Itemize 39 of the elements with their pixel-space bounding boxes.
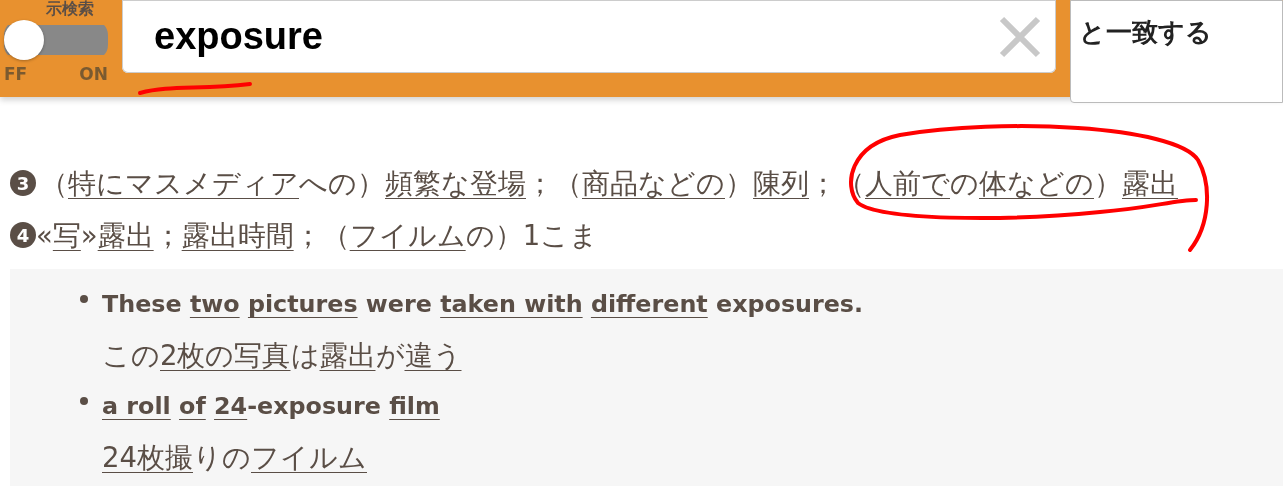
word-link[interactable]: フイルム bbox=[251, 441, 367, 473]
word-link[interactable]: different bbox=[590, 290, 708, 318]
word-link[interactable]: 露出 bbox=[97, 218, 154, 251]
example-sentence: a roll of 24-exposure film bbox=[102, 391, 441, 422]
word-link[interactable]: pictures bbox=[247, 290, 358, 318]
word-link[interactable]: 露出時間 bbox=[181, 218, 294, 251]
example-sentence: These two pictures were taken with different exposures. bbox=[102, 289, 865, 320]
definition-text: «写»露出；露出時間；（フイルムの）1こま bbox=[36, 217, 599, 253]
word-link[interactable]: 露出 bbox=[319, 339, 376, 371]
word-link[interactable]: 体などの bbox=[979, 166, 1094, 199]
word-link[interactable]: 頻繁な登場 bbox=[385, 166, 526, 199]
example-translation: この2枚の写真は露出が違う bbox=[102, 338, 463, 373]
word-link[interactable]: a roll bbox=[102, 392, 171, 420]
search-field[interactable]: exposure bbox=[122, 0, 1056, 73]
example-translation: 24枚撮 りのフイルム bbox=[102, 440, 368, 475]
sense-number: 3 bbox=[10, 170, 36, 196]
definition-text: （特にマスメディアへの）頻繁な登場；（商品などの）陳列；（人前での体などの）露出 bbox=[40, 165, 1178, 201]
word-link[interactable]: 露出 bbox=[1122, 166, 1178, 199]
on-label: ON bbox=[79, 63, 108, 84]
word-link[interactable]: film bbox=[389, 392, 440, 420]
word-link[interactable]: 陳列 bbox=[753, 166, 809, 199]
word-link[interactable]: two bbox=[189, 290, 240, 318]
word-link[interactable]: 商品などの bbox=[582, 166, 725, 199]
match-select[interactable]: と一致する bbox=[1070, 0, 1283, 103]
word-link[interactable]: 24 bbox=[214, 392, 248, 420]
toggle-label: 示検索 bbox=[46, 0, 94, 18]
word-link[interactable]: フイルム bbox=[349, 218, 466, 251]
word-link[interactable]: taken with bbox=[440, 290, 583, 318]
word-link[interactable]: 24枚撮 bbox=[102, 441, 193, 473]
off-label: FF bbox=[4, 63, 28, 84]
bullet-icon bbox=[80, 397, 88, 405]
word-link[interactable]: 違う bbox=[404, 339, 462, 371]
bullet-icon bbox=[80, 295, 88, 303]
word-link[interactable]: 写 bbox=[52, 218, 81, 251]
word-link[interactable]: 2枚の写真 bbox=[160, 339, 291, 371]
word-link[interactable]: of bbox=[179, 392, 206, 420]
word-link[interactable]: 特にマスメディア bbox=[68, 166, 299, 199]
sense-number: 4 bbox=[10, 222, 36, 248]
word-link[interactable]: 人前で bbox=[865, 166, 950, 199]
